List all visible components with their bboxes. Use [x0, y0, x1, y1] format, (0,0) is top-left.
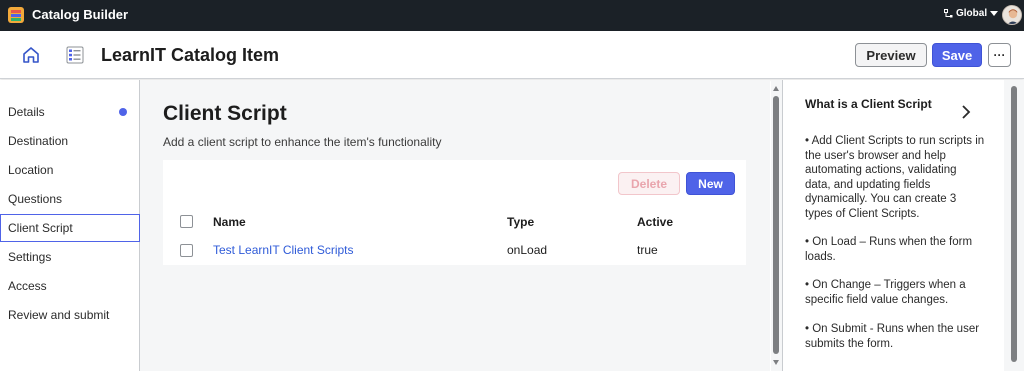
section-subtitle: Add a client script to enhance the item'…	[163, 135, 442, 149]
catalog-item-form-icon	[66, 46, 84, 64]
collapse-panel-button[interactable]	[957, 102, 975, 122]
nav-item-access[interactable]: Access	[0, 272, 140, 300]
help-bullet: • On Load – Runs when the form loads.	[805, 236, 973, 263]
nav-item-label: Destination	[8, 134, 69, 148]
column-header-name[interactable]: Name	[213, 215, 246, 229]
chevron-right-icon	[962, 105, 971, 119]
details-indicator-dot	[119, 108, 127, 116]
scope-label: Global	[956, 8, 988, 19]
catalog-builder-logo-icon	[8, 7, 24, 23]
nav-item-label: Location	[8, 163, 54, 177]
scope-icon	[944, 9, 953, 18]
script-name-link[interactable]: Test LearnIT Client Scripts	[213, 243, 354, 257]
main-content: Client Script Add a client script to enh…	[140, 80, 770, 371]
nav-item-questions[interactable]: Questions	[0, 185, 140, 213]
scroll-up-arrow-icon[interactable]	[773, 86, 779, 91]
page-header: LearnIT Catalog Item Preview Save ···	[0, 31, 1024, 79]
app-title: Catalog Builder	[32, 7, 129, 22]
nav-item-label: Access	[8, 279, 47, 293]
help-panel: What is a Client Script • Add Client Scr…	[782, 80, 1024, 371]
nav-item-label: Client Script	[8, 221, 73, 235]
nav-item-client-script[interactable]: Client Script	[0, 214, 140, 242]
section-title: Client Script	[163, 102, 287, 125]
user-avatar-icon	[1003, 6, 1021, 24]
nav-item-details[interactable]: Details	[0, 98, 140, 126]
nav-item-label: Questions	[8, 192, 63, 206]
nav-item-review-and-submit[interactable]: Review and submit	[0, 301, 140, 329]
help-bullet: • Add Client Scripts to run scripts in t…	[805, 135, 985, 220]
script-active: true	[637, 243, 658, 257]
nav-item-label: Details	[8, 105, 45, 119]
top-bar: Catalog Builder Global	[0, 0, 1024, 31]
main-scrollbar-thumb[interactable]	[773, 96, 779, 354]
more-options-button[interactable]: ···	[988, 43, 1011, 67]
help-bullet: • On Change – Triggers when a specific f…	[805, 279, 966, 306]
help-bullet: • On Submit - Runs when the user submits…	[805, 323, 980, 350]
row-checkbox[interactable]	[180, 244, 193, 257]
help-panel-scrollbar-thumb[interactable]	[1011, 86, 1017, 362]
nav-item-label: Settings	[8, 250, 52, 264]
nav-item-location[interactable]: Location	[0, 156, 140, 184]
scope-selector[interactable]: Global	[944, 8, 999, 19]
preview-button[interactable]: Preview	[855, 43, 927, 67]
help-panel-title: What is a Client Script	[805, 97, 932, 111]
help-panel-scrollbar[interactable]	[1004, 80, 1024, 371]
column-header-type[interactable]: Type	[507, 215, 534, 229]
nav-item-label: Review and submit	[8, 308, 110, 322]
home-icon[interactable]	[20, 44, 42, 66]
nav-item-destination[interactable]: Destination	[0, 127, 140, 155]
client-script-table-card: Delete New Name Type Active Test LearnIT…	[163, 160, 746, 265]
column-header-active[interactable]: Active	[637, 215, 673, 229]
select-all-checkbox[interactable]	[180, 215, 193, 228]
new-button[interactable]: New	[686, 172, 735, 195]
step-navigation: Details Destination Location Questions C…	[0, 80, 140, 371]
save-button[interactable]: Save	[932, 43, 982, 67]
page-title: LearnIT Catalog Item	[101, 45, 280, 65]
script-type: onLoad	[507, 243, 548, 257]
main-scrollbar[interactable]	[771, 80, 782, 371]
chevron-down-icon	[990, 10, 999, 16]
nav-item-settings[interactable]: Settings	[0, 243, 140, 271]
scroll-down-arrow-icon[interactable]	[773, 360, 779, 365]
delete-button[interactable]: Delete	[618, 172, 680, 195]
user-avatar[interactable]	[1002, 5, 1022, 25]
